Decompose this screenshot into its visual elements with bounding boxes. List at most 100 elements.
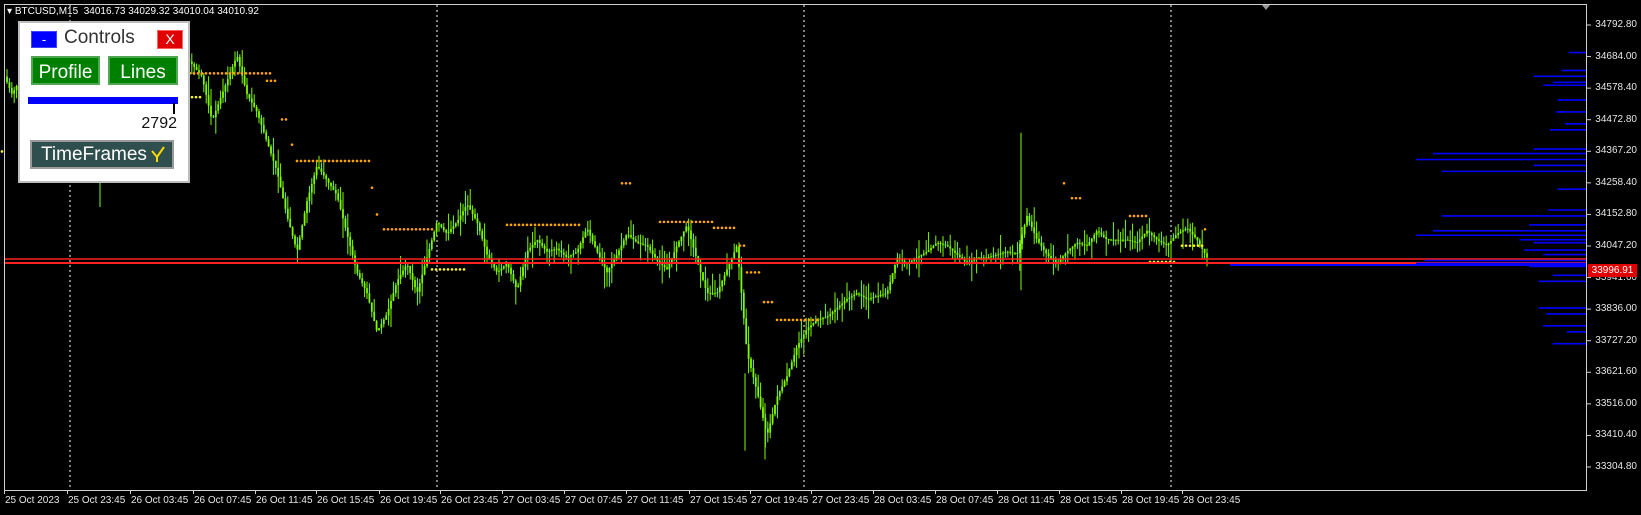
candle-body [291,227,294,236]
price-axis[interactable]: 34792.80 34684.00 34578.40 34472.80 34367.20… [1590,0,1641,495]
candle-body [831,311,834,315]
price-chart[interactable] [0,0,1641,515]
candle-body [212,116,215,118]
candle-body [860,294,863,296]
candle-body [596,246,599,253]
candle-body [1026,215,1028,226]
level-dot [269,79,273,83]
candle-body [774,404,776,415]
lines-button[interactable]: Lines [108,56,178,85]
candle-body [495,267,498,272]
candle-body [414,280,416,288]
candle-body [430,240,433,249]
time-tick-label: 28 Oct 11:45 [998,495,1055,506]
candle-body [678,241,680,247]
candle-body [553,249,556,251]
candle-body [370,302,373,312]
candle-body [714,293,716,295]
candle-body [234,60,236,67]
level-dot [533,223,537,227]
candle-body [685,226,688,232]
level-dot [273,79,277,83]
level-dot [339,159,343,163]
level-dot [513,223,517,227]
candle-body [858,293,860,295]
time-tick-label: 26 Oct 19:45 [380,495,438,506]
time-tick-label: 27 Oct 03:45 [503,495,561,506]
candle-body [1170,240,1172,244]
price-tick-label: 33410.40 [1595,429,1637,441]
level-dot [386,228,390,231]
time-tick [1059,491,1060,494]
candle-body [1069,248,1072,251]
candle-body [246,84,248,95]
level-dot [290,143,294,146]
candle-body [289,218,292,228]
shift-marker-icon [1262,5,1270,10]
candle-body [798,343,800,348]
controls-panel[interactable]: - Controls X Profile Lines 2792 TimeFram… [18,21,190,183]
candle-body [550,250,553,252]
level-dot [1203,228,1207,231]
level-dot [402,228,406,231]
timeframes-dropdown[interactable]: TimeFrames [30,140,174,169]
time-axis[interactable]: 25 Oct 2023 25 Oct 23:45 26 Oct 03:45 26 Oc… [0,491,1590,515]
level-dot [770,300,774,304]
candle-body [620,245,623,251]
candle-body [466,205,469,207]
candle-body [231,66,234,74]
minimize-button[interactable]: - [31,31,57,48]
candle-body [205,84,208,96]
time-tick [193,491,194,494]
level-dot [319,159,323,163]
candle-body [344,218,347,228]
candle-body [248,94,251,99]
candle-body [1184,228,1187,231]
level-dot [240,72,244,75]
candle-body [925,252,928,254]
candle-body [433,231,436,241]
level-dot [367,159,371,163]
slider-value: 2792 [141,115,177,132]
time-tick [4,491,5,494]
time-tick [255,491,256,494]
candle-body [394,285,397,294]
candle-body [922,253,925,255]
level-dot [398,228,402,231]
profile-button[interactable]: Profile [31,56,100,85]
candle-body [769,423,772,433]
candle-body [750,358,752,369]
dropdown-triangle-icon[interactable]: ▾ [7,6,15,17]
candle-body [1074,244,1076,247]
candle-body [591,235,594,242]
time-tick-label: 28 Oct 23:45 [1183,495,1241,506]
candle-body [440,224,443,228]
level-dot [438,268,442,271]
time-tick-label: 28 Oct 07:45 [936,495,994,506]
candle-body [517,285,520,287]
level-dot [557,223,561,227]
candle-body [834,309,836,312]
slider-track[interactable] [28,97,178,104]
candle-body [627,235,630,237]
time-tick [502,491,503,494]
slider-handle[interactable] [173,103,175,114]
candle-body [514,280,517,287]
candle-body [529,247,532,251]
candle-body [1172,238,1175,241]
candle-body [406,265,409,267]
chart-area[interactable]: ▾ BTCUSD,M15 34016.73 34029.32 34010.04 … [0,0,1641,515]
level-dot [192,72,196,75]
level-dot [702,220,706,224]
candle-body [282,187,284,199]
price-tick-label: 33727.20 [1595,334,1637,346]
level-dot [303,159,307,163]
candle-body [874,296,877,298]
candle-body [402,270,404,275]
close-button[interactable]: X [157,30,183,49]
level-dot [573,223,577,227]
level-dot [280,118,284,121]
candle-body [702,272,704,281]
ohlc-values: 34016.73 34029.32 34010.04 34010.92 [83,6,259,17]
candle-body [238,57,241,67]
